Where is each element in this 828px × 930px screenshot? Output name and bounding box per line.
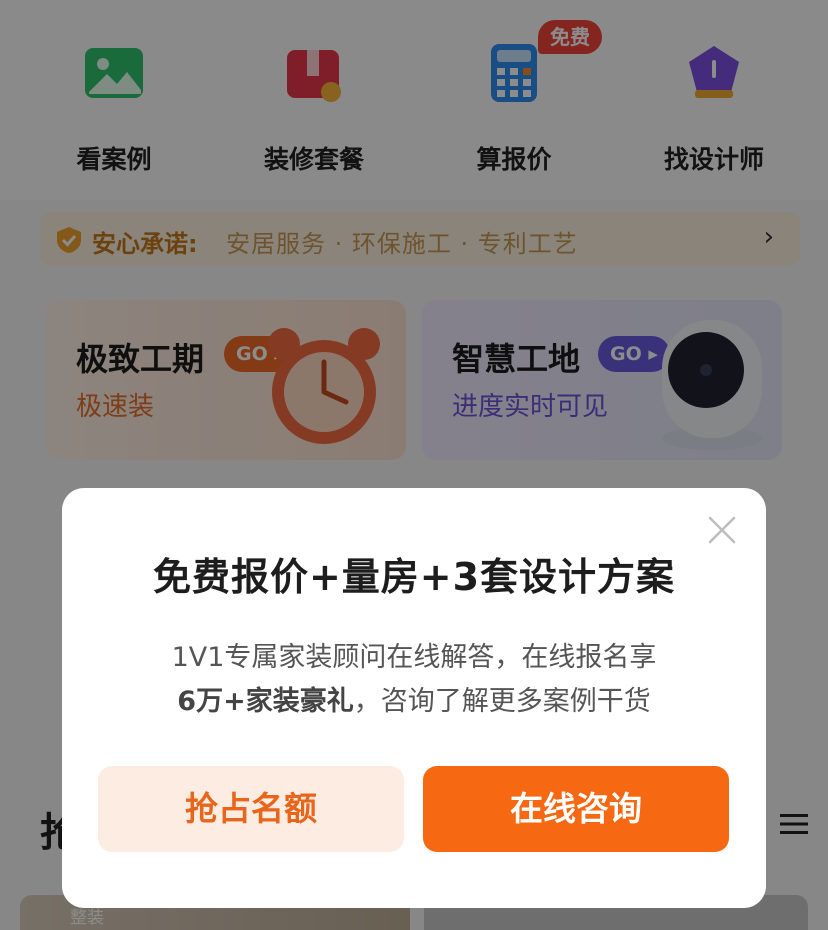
modal-description-line: 6万+家装豪礼，咨询了解更多案例干货 (122, 680, 706, 724)
online-consult-button[interactable]: 在线咨询 (423, 766, 729, 852)
grab-slot-button[interactable]: 抢占名额 (98, 766, 404, 852)
modal-description-line: 1V1专属家装顾问在线解答，在线报名享 (171, 642, 657, 673)
modal-description: 1V1专属家装顾问在线解答，在线报名享 6万+家装豪礼，咨询了解更多案例干货 (122, 636, 706, 724)
consultation-modal: 免费报价+量房+3套设计方案 1V1专属家装顾问在线解答，在线报名享 6万+家装… (62, 488, 766, 908)
close-icon[interactable] (706, 514, 738, 546)
modal-description-rest: ，咨询了解更多案例干货 (353, 686, 651, 717)
modal-title: 免费报价+量房+3套设计方案 (152, 555, 676, 599)
gift-highlight: 6万+家装豪礼 (177, 686, 354, 717)
